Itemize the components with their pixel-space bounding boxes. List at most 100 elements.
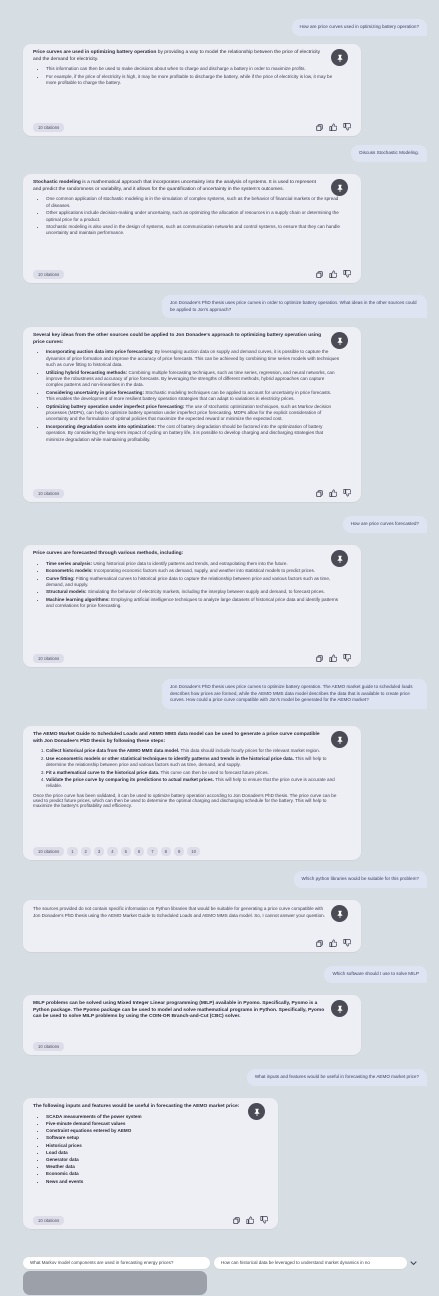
response-intro: Stochastic modeling is a mathematical ap… bbox=[33, 180, 316, 192]
citation-number[interactable]: 5 bbox=[120, 846, 131, 856]
copy-icon[interactable] bbox=[316, 123, 323, 131]
pin-button[interactable] bbox=[331, 49, 348, 66]
list-item: Generator data bbox=[46, 1157, 258, 1163]
list-item: Curve fitting: Fitting mathematical curv… bbox=[46, 576, 341, 589]
thumbs-up-icon[interactable] bbox=[329, 489, 337, 497]
assistant-response: Price curves are used in optimizing batt… bbox=[23, 44, 361, 136]
response-list: Incorporating auction data into price fo… bbox=[33, 349, 353, 443]
copy-icon[interactable] bbox=[316, 939, 323, 947]
chevron-down-icon[interactable] bbox=[410, 1260, 417, 1266]
citations-button[interactable]: 10 citations bbox=[33, 846, 65, 856]
response-footer: 10 citations bbox=[33, 653, 351, 663]
pin-icon bbox=[337, 555, 342, 563]
list-item: For example, if the price of electricity… bbox=[46, 74, 341, 87]
citation-number[interactable]: 7 bbox=[147, 846, 158, 856]
citation-number[interactable]: 6 bbox=[133, 846, 145, 856]
response-intro: Price curves are forecasted through vari… bbox=[33, 551, 184, 556]
citation-number[interactable]: 2 bbox=[80, 846, 91, 856]
thumbs-up-icon[interactable] bbox=[246, 1216, 254, 1224]
copy-icon[interactable] bbox=[316, 654, 323, 662]
pin-icon bbox=[337, 337, 342, 345]
citation-number[interactable]: 10 bbox=[187, 846, 200, 856]
assistant-response: MILP problems can be solved using Mixed … bbox=[23, 995, 361, 1055]
copy-icon[interactable] bbox=[316, 270, 323, 278]
response-footer: 10 citations bbox=[33, 1041, 351, 1051]
pin-button[interactable] bbox=[331, 332, 348, 349]
copy-icon[interactable] bbox=[233, 1216, 240, 1224]
list-item: Software setup bbox=[46, 1135, 258, 1141]
citations-button[interactable]: 10 citations bbox=[33, 653, 65, 663]
copy-icon[interactable] bbox=[316, 489, 323, 497]
suggestion-chip[interactable]: What Markov model components are used in… bbox=[23, 1257, 210, 1269]
response-footer: 10 citations 1 2 3 4 5 6 7 8 9 10 bbox=[33, 846, 351, 856]
response-footer: 10 citations bbox=[33, 488, 351, 498]
response-list: One common application of stochastic mod… bbox=[33, 196, 353, 236]
list-item: Use econometric models or other statisti… bbox=[46, 756, 341, 769]
pin-button[interactable] bbox=[331, 179, 348, 196]
thumbs-down-icon[interactable] bbox=[343, 123, 351, 131]
citations-button[interactable]: 10 citations bbox=[33, 269, 65, 279]
response-list: This information can then be used to mak… bbox=[33, 66, 353, 86]
pin-button[interactable] bbox=[331, 905, 348, 922]
list-item: Weather data bbox=[46, 1164, 258, 1170]
citations-button[interactable]: 10 citations bbox=[33, 488, 65, 498]
thumbs-up-icon[interactable] bbox=[329, 270, 337, 278]
citation-number[interactable]: 9 bbox=[173, 846, 185, 856]
user-message: Discuss Stochastic Modeling. bbox=[351, 145, 427, 162]
pin-icon bbox=[254, 1108, 259, 1116]
list-item: Time series analysis: Using historical p… bbox=[46, 561, 341, 567]
list-item: Five-minute demand forecast values bbox=[46, 1121, 258, 1127]
thumbs-down-icon[interactable] bbox=[343, 939, 351, 947]
citation-number[interactable]: 8 bbox=[160, 846, 171, 856]
pin-icon bbox=[337, 736, 342, 744]
list-item: SCADA measurements of the power system bbox=[46, 1114, 258, 1120]
thumbs-up-icon[interactable] bbox=[329, 939, 337, 947]
user-message: Which python libraries would be suitable… bbox=[293, 871, 427, 888]
thumbs-down-icon[interactable] bbox=[260, 1216, 268, 1224]
response-intro: Price curves are used in optimizing batt… bbox=[33, 50, 321, 62]
assistant-response: Price curves are forecasted through vari… bbox=[23, 545, 361, 667]
user-message: Jon Donadee's PhD thesis uses price curv… bbox=[162, 295, 427, 319]
list-item: Fit a mathematical curve to the historic… bbox=[46, 770, 341, 776]
response-list: Time series analysis: Using historical p… bbox=[33, 561, 353, 610]
thumbs-down-icon[interactable] bbox=[343, 489, 351, 497]
pin-button[interactable] bbox=[331, 1000, 348, 1017]
suggestion-chip[interactable]: How can historical data be leveraged to … bbox=[214, 1257, 407, 1269]
list-item: One common application of stochastic mod… bbox=[46, 196, 341, 209]
response-intro: The sources provided do not contain spec… bbox=[33, 906, 325, 918]
list-item: Stochastic modeling is also used in the … bbox=[46, 224, 341, 237]
pin-button[interactable] bbox=[248, 1103, 265, 1120]
message-input[interactable] bbox=[23, 1271, 207, 1295]
pin-icon bbox=[337, 910, 342, 918]
assistant-response: The AEMO Market Guide to Scheduled Loads… bbox=[23, 726, 361, 860]
response-intro: MILP problems can be solved using Mixed … bbox=[33, 1001, 325, 1020]
citation-number[interactable]: 4 bbox=[107, 846, 118, 856]
pin-icon bbox=[337, 54, 342, 62]
pin-button[interactable] bbox=[331, 550, 348, 567]
citations-button[interactable]: 10 citations bbox=[33, 1041, 65, 1051]
citation-number[interactable]: 3 bbox=[93, 846, 105, 856]
thumbs-down-icon[interactable] bbox=[343, 270, 351, 278]
list-item: Constraint equations entered by AEMO bbox=[46, 1128, 258, 1134]
thumbs-up-icon[interactable] bbox=[329, 123, 337, 131]
citations-button[interactable]: 10 citations bbox=[33, 122, 65, 132]
assistant-response: Stochastic modeling is a mathematical ap… bbox=[23, 174, 361, 283]
list-item: Considering uncertainty in price forecas… bbox=[46, 390, 341, 403]
response-conclusion: Once the price curve has been validated,… bbox=[33, 792, 337, 808]
user-message: How are price curves forecasted? bbox=[342, 516, 427, 533]
citation-number[interactable]: 1 bbox=[67, 846, 78, 856]
response-footer: 10 citations bbox=[33, 269, 351, 279]
assistant-response: Several key ideas from the other sources… bbox=[23, 327, 361, 502]
thumbs-down-icon[interactable] bbox=[343, 654, 351, 662]
list-item: Incorporating auction data into price fo… bbox=[46, 349, 341, 368]
response-intro: The following inputs and features would … bbox=[33, 1104, 240, 1109]
response-list: Collect historical price data from the A… bbox=[33, 748, 353, 789]
list-item: Collect historical price data from the A… bbox=[46, 748, 341, 754]
thumbs-up-icon[interactable] bbox=[329, 654, 337, 662]
response-footer: 10 citations bbox=[33, 122, 351, 132]
response-footer bbox=[33, 938, 351, 948]
citations-button[interactable]: 10 citations bbox=[33, 1215, 65, 1225]
response-list: SCADA measurements of the power system F… bbox=[33, 1114, 270, 1185]
list-item: Validate the price curve by comparing it… bbox=[46, 777, 341, 790]
pin-button[interactable] bbox=[331, 731, 348, 748]
